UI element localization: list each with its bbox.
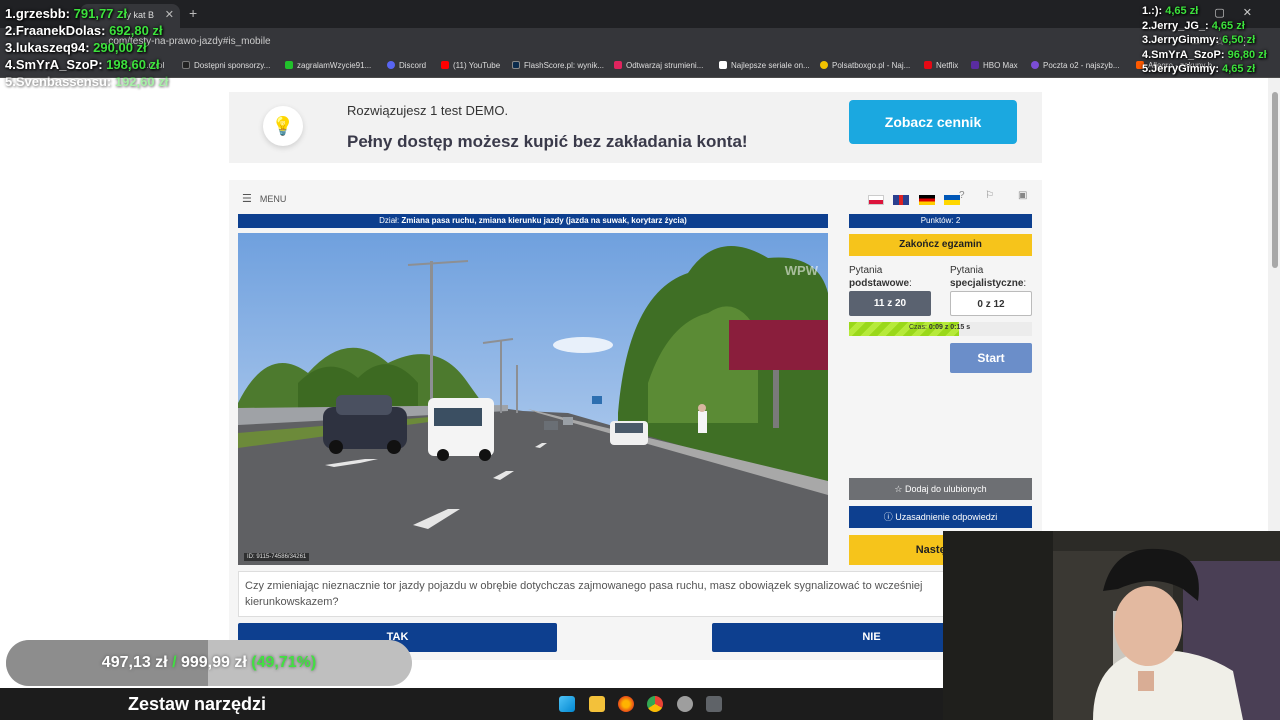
promo-title: Pełny dostęp możesz kupić bez zakładania…	[347, 132, 748, 151]
bookmark-item[interactable]: Polsatboxgo.pl - Naj...	[820, 61, 910, 70]
webcam-overlay	[943, 531, 1280, 720]
netflix-icon	[924, 61, 932, 69]
bookmark-item[interactable]: Poczta o2 - najszyb...	[1031, 61, 1119, 70]
file-explorer-icon[interactable]	[589, 696, 605, 712]
question-image: WPW ID: 9115-74586/34261	[238, 233, 828, 565]
flag-de-icon[interactable]	[918, 194, 935, 205]
bookmark-item[interactable]: Odtwarzaj strumieni...	[614, 61, 703, 70]
bookmark-item[interactable]: Dostępni sponsorzy...	[182, 61, 270, 70]
bookmarks-bar: ...ntrol Dostępni sponsorzy... zagralamW…	[0, 56, 1280, 78]
donor-row: 4.SmYrA_SzoP: 96,80 zł	[1142, 48, 1267, 61]
streamer-webcam-image	[943, 531, 1280, 720]
mail-icon	[1031, 61, 1039, 69]
language-switcher	[868, 191, 965, 209]
donor-row: 5.JerryGimmy: 4,65 zł	[1142, 63, 1256, 75]
toolbox-label: Zestaw narzędzi	[128, 694, 267, 714]
bookmark-icon	[182, 61, 190, 69]
help-icon[interactable]: ?	[959, 190, 965, 201]
road-scene-illustration	[238, 233, 828, 565]
bookmark-item[interactable]: HBO Max	[971, 61, 1018, 70]
specialist-questions-label: Pytania specjalistyczne:	[950, 265, 1027, 289]
donor-row: 1.:): 4,65 zł	[1142, 5, 1199, 17]
bookmark-item[interactable]: Najlepsze seriale on...	[719, 61, 810, 70]
question-text: Czy zmieniając nieznacznie tor jazdy poj…	[238, 571, 998, 617]
donor-row: 4.SmYrA_SzoP: 198,60 zł	[5, 57, 160, 72]
bookmark-item[interactable]: Discord	[387, 61, 426, 70]
bookmark-icon	[285, 61, 293, 69]
play-icon	[614, 61, 622, 69]
donation-goal-bar: 497,13 zł / 999,99 zł (49,71%)	[6, 640, 412, 686]
answer-justification-button[interactable]: ⓘ Uzasadnienie odpowiedzi	[849, 506, 1032, 528]
lightbulb-icon: 💡	[263, 106, 303, 146]
basic-questions-counter: 11 z 20	[849, 291, 931, 316]
basic-questions-label: Pytania podstawowe:	[849, 265, 912, 289]
points-counter: Punktów: 2	[849, 214, 1032, 228]
top-donors-left: 1.grzesbb: 791,77 zł 2.FraanekDolas: 692…	[5, 5, 168, 90]
app-icon[interactable]	[706, 696, 722, 712]
start-button[interactable]: Start	[950, 343, 1032, 373]
hbo-icon	[971, 61, 979, 69]
exam-panel: ☰ MENU ? ⚐ ▣ Dział: Zmiana pasa ruchu, zm…	[229, 180, 1042, 660]
windows-start-icon[interactable]	[559, 696, 575, 712]
donor-row: 3.lukaszeq94: 290,00 zł	[5, 40, 147, 55]
add-to-favorites-button[interactable]: ☆ Dodaj do ulubionych	[849, 478, 1032, 500]
promo-subtitle: Rozwiązujesz 1 test DEMO.	[347, 103, 509, 118]
browser-tab-bar: ...ry kat B ✕ + –▢✕	[0, 0, 1280, 28]
star-icon: ☆	[894, 484, 903, 494]
new-tab-icon[interactable]: +	[189, 5, 197, 21]
timer-text: Czas: 0:09 z 0:15 s	[909, 324, 971, 331]
hamburger-icon: ☰	[242, 193, 252, 205]
youtube-icon	[441, 61, 449, 69]
discord-icon	[387, 61, 395, 69]
donor-row: 1.grzesbb: 791,77 zł	[5, 6, 128, 21]
bookmark-item[interactable]: (11) YouTube	[441, 61, 500, 70]
donor-row: 3.JerryGimmy: 6,50 zł	[1142, 34, 1256, 46]
flag-ua-icon[interactable]	[944, 194, 961, 205]
flag-pl-icon[interactable]	[868, 194, 884, 205]
obs-icon[interactable]	[677, 696, 693, 712]
page-scrollbar-thumb[interactable]	[1272, 92, 1278, 268]
bookmark-item[interactable]: FlashScore.pl: wynik...	[512, 61, 604, 70]
bookmark-icon	[719, 61, 727, 69]
demo-promo-banner: 💡 Rozwiązujesz 1 test DEMO. Pełny dostęp…	[229, 92, 1042, 163]
menu-button[interactable]: ☰ MENU	[242, 192, 286, 205]
address-bar: ...com/testy-na-prawo-jazdy#is_mobile ▭☆…	[0, 28, 1280, 56]
timer-bar: Czas: 0:09 z 0:15 s	[849, 322, 1032, 336]
firefox-icon[interactable]	[618, 696, 634, 712]
flag-gb-icon[interactable]	[893, 194, 910, 205]
question-category: Dział: Zmiana pasa ruchu, zmiana kierunk…	[238, 214, 828, 228]
flashscore-icon	[512, 61, 520, 69]
donor-row: 2.FraanekDolas: 692,80 zł	[5, 23, 163, 38]
top-donors-right: 1.:): 4,65 zł 2.Jerry_JG_: 4,65 zł 3.Jer…	[1142, 4, 1267, 77]
flag-report-icon[interactable]: ⚐	[985, 190, 994, 201]
donation-goal-text: 497,13 zł / 999,99 zł (49,71%)	[101, 654, 317, 671]
bookmark-item[interactable]: zagralamWzycie91...	[285, 61, 371, 70]
donor-row: 2.Jerry_JG_: 4,65 zł	[1142, 19, 1245, 32]
polsat-icon	[820, 61, 828, 69]
end-exam-button[interactable]: Zakończ egzamin	[849, 234, 1032, 256]
specialist-questions-counter: 0 z 12	[950, 291, 1032, 316]
see-pricing-button[interactable]: Zobacz cennik	[849, 100, 1017, 144]
bookmark-item[interactable]: Netflix	[924, 61, 958, 70]
question-circle-icon: ⓘ	[883, 512, 893, 522]
image-watermark: WPW	[784, 263, 818, 278]
fullscreen-icon[interactable]: ▣	[1018, 190, 1027, 201]
image-id: ID: 9115-74586/34261	[244, 553, 310, 561]
donor-row: 5.Svenbassensu: 192,60 zł	[5, 74, 169, 89]
chrome-icon[interactable]	[647, 696, 663, 712]
